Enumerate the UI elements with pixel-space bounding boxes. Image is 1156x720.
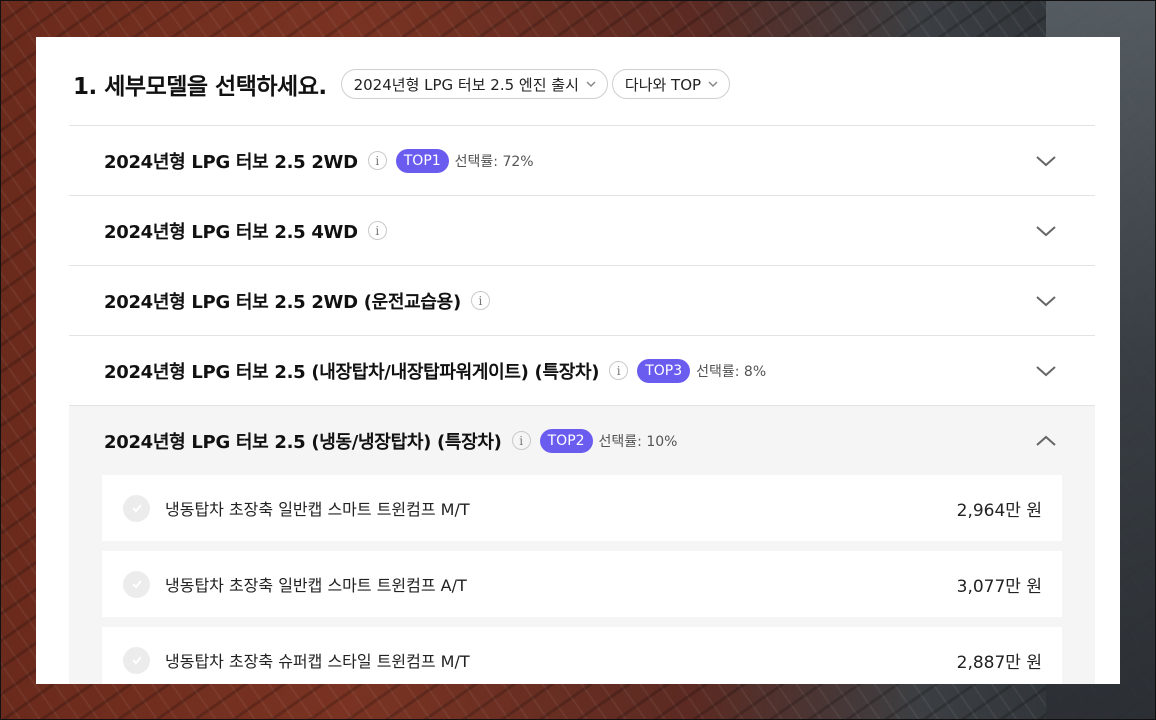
section-title: 1. 세부모델을 선택하세요. [73,74,327,100]
section-header: 1. 세부모델을 선택하세요. 2024년형 LPG 터보 2.5 엔진 출시 … [73,67,1120,101]
info-icon[interactable]: i [511,431,531,450]
model-title: 2024년형 LPG 터보 2.5 4WD [104,221,358,243]
info-icon[interactable]: i [367,221,387,240]
trim-option[interactable]: 냉동탑차 초장축 일반캡 스마트 트윈컴프 A/T 3,077만 원 [102,551,1062,617]
trim-price: 2,887만 원 [956,652,1042,673]
check-icon[interactable] [123,646,150,674]
top-badge: TOP2 [539,428,593,453]
trim-name: 냉동탑차 초장축 일반캡 스마트 트윈컴프 M/T [165,500,470,519]
selection-rate: 선택률: 8% [696,363,767,380]
selection-rate: 선택률: 10% [598,433,678,450]
model-row-refrigerated[interactable]: 2024년형 LPG 터보 2.5 (냉동/냉장탑차) (특장차) i TOP2… [69,405,1095,475]
model-title: 2024년형 LPG 터보 2.5 2WD (운전교습용) [104,291,461,313]
trim-name: 냉동탑차 초장축 슈퍼캡 스타일 트윈컴프 M/T [165,652,470,671]
model-row-4wd[interactable]: 2024년형 LPG 터보 2.5 4WD i [69,195,1095,265]
sort-label: 다나와 TOP [624,75,702,94]
sort-dropdown[interactable]: 다나와 TOP [611,69,731,99]
model-list: 2024년형 LPG 터보 2.5 2WD i TOP1 선택률: 72% 20… [69,125,1095,684]
model-row-box-truck[interactable]: 2024년형 LPG 터보 2.5 (내장탑차/내장탑파워게이트) (특장차) … [69,335,1095,405]
check-icon[interactable] [123,570,150,598]
trim-list: 냉동탑차 초장축 일반캡 스마트 트윈컴프 M/T 2,964만 원 냉동탑차 … [69,475,1095,684]
model-title: 2024년형 LPG 터보 2.5 (냉동/냉장탑차) (특장차) [104,431,502,453]
trim-name: 냉동탑차 초장축 일반캡 스마트 트윈컴프 A/T [165,576,467,595]
trim-price: 3,077만 원 [956,576,1042,597]
trim-option[interactable]: 냉동탑차 초장축 일반캡 스마트 트윈컴프 M/T 2,964만 원 [102,475,1062,541]
selection-rate: 선택률: 72% [454,153,534,170]
trim-option[interactable]: 냉동탑차 초장축 슈퍼캡 스타일 트윈컴프 M/T 2,887만 원 [102,627,1062,684]
chevron-down-icon[interactable] [1035,294,1057,308]
chevron-down-icon[interactable] [1035,154,1057,168]
model-title: 2024년형 LPG 터보 2.5 2WD [104,151,358,173]
info-icon[interactable]: i [367,151,387,170]
model-title: 2024년형 LPG 터보 2.5 (내장탑차/내장탑파워게이트) (특장차) [104,361,600,383]
info-icon[interactable]: i [470,291,490,310]
chevron-down-icon [586,81,596,88]
chevron-down-icon [708,81,718,88]
chevron-down-icon[interactable] [1035,364,1057,378]
top-badge: TOP3 [637,358,691,383]
engine-filter-dropdown[interactable]: 2024년형 LPG 터보 2.5 엔진 출시 [340,69,608,99]
engine-filter-label: 2024년형 LPG 터보 2.5 엔진 출시 [353,75,579,94]
chevron-down-icon[interactable] [1035,224,1057,238]
info-icon[interactable]: i [609,361,629,380]
trim-price: 2,964만 원 [956,500,1042,521]
chevron-up-icon[interactable] [1035,434,1057,448]
model-row-driving-school[interactable]: 2024년형 LPG 터보 2.5 2WD (운전교습용) i [69,265,1095,335]
check-icon[interactable] [123,494,150,522]
top-badge: TOP1 [395,148,449,173]
model-selection-panel: 1. 세부모델을 선택하세요. 2024년형 LPG 터보 2.5 엔진 출시 … [36,37,1120,684]
model-row-2wd[interactable]: 2024년형 LPG 터보 2.5 2WD i TOP1 선택률: 72% [69,125,1095,195]
